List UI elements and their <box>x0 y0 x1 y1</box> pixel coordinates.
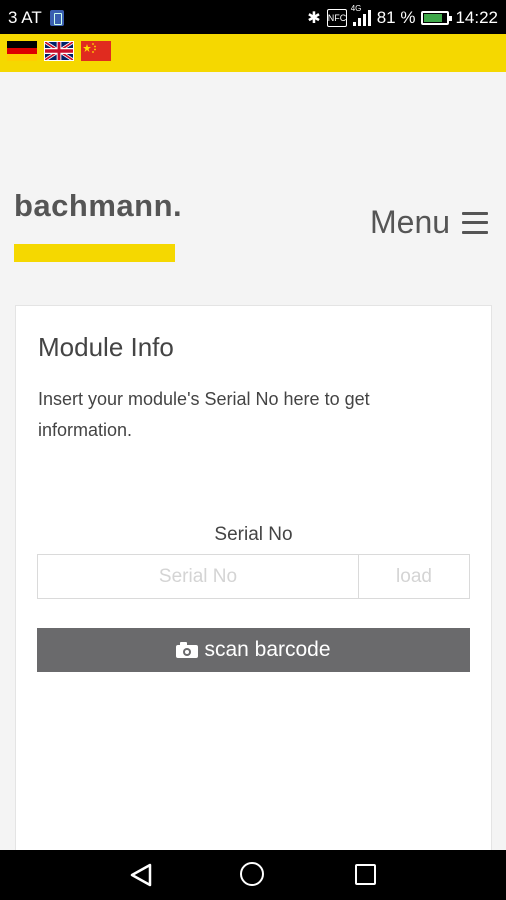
bachmann-logo[interactable]: bachmann. <box>14 188 182 224</box>
language-bar <box>0 34 506 72</box>
serial-input-group: load <box>37 554 470 599</box>
scan-barcode-label: scan barcode <box>204 638 331 661</box>
serial-input[interactable] <box>38 555 358 598</box>
battery-percent: 81 % <box>376 8 416 27</box>
menu-label: Menu <box>370 204 451 240</box>
home-circle-icon[interactable] <box>240 862 264 886</box>
card-description: Insert your module's Serial No here to g… <box>38 389 370 440</box>
recent-square-icon[interactable] <box>355 864 376 885</box>
notification-icon <box>49 10 64 26</box>
load-button[interactable]: load <box>358 555 469 598</box>
hamburger-icon <box>462 211 489 234</box>
bluetooth-icon: ✱ <box>307 10 321 27</box>
status-bar: 3 AT ✱ NFC 4G 81 % 14:22 <box>0 0 506 34</box>
card-title: Module Info <box>38 332 174 362</box>
back-triangle-icon[interactable] <box>130 863 152 892</box>
menu-button[interactable]: Menu <box>370 204 489 241</box>
system-nav-bar <box>0 850 506 900</box>
camera-icon <box>176 642 199 658</box>
nfc-icon: NFC <box>326 9 347 27</box>
network-type-label: 4G <box>350 4 362 13</box>
module-info-card: Module Info Insert your module's Serial … <box>15 305 492 865</box>
scan-barcode-button[interactable]: scan barcode <box>37 628 470 672</box>
carrier-label: 3 AT <box>8 8 42 27</box>
signal-icon: 4G <box>351 4 371 26</box>
battery-icon <box>421 11 453 25</box>
de-flag-icon[interactable] <box>7 41 37 61</box>
clock: 14:22 <box>455 8 498 27</box>
cn-flag-icon[interactable] <box>81 41 111 61</box>
logo-underline <box>14 244 175 262</box>
serial-label: Serial No <box>214 524 293 545</box>
uk-flag-icon[interactable] <box>44 40 74 62</box>
